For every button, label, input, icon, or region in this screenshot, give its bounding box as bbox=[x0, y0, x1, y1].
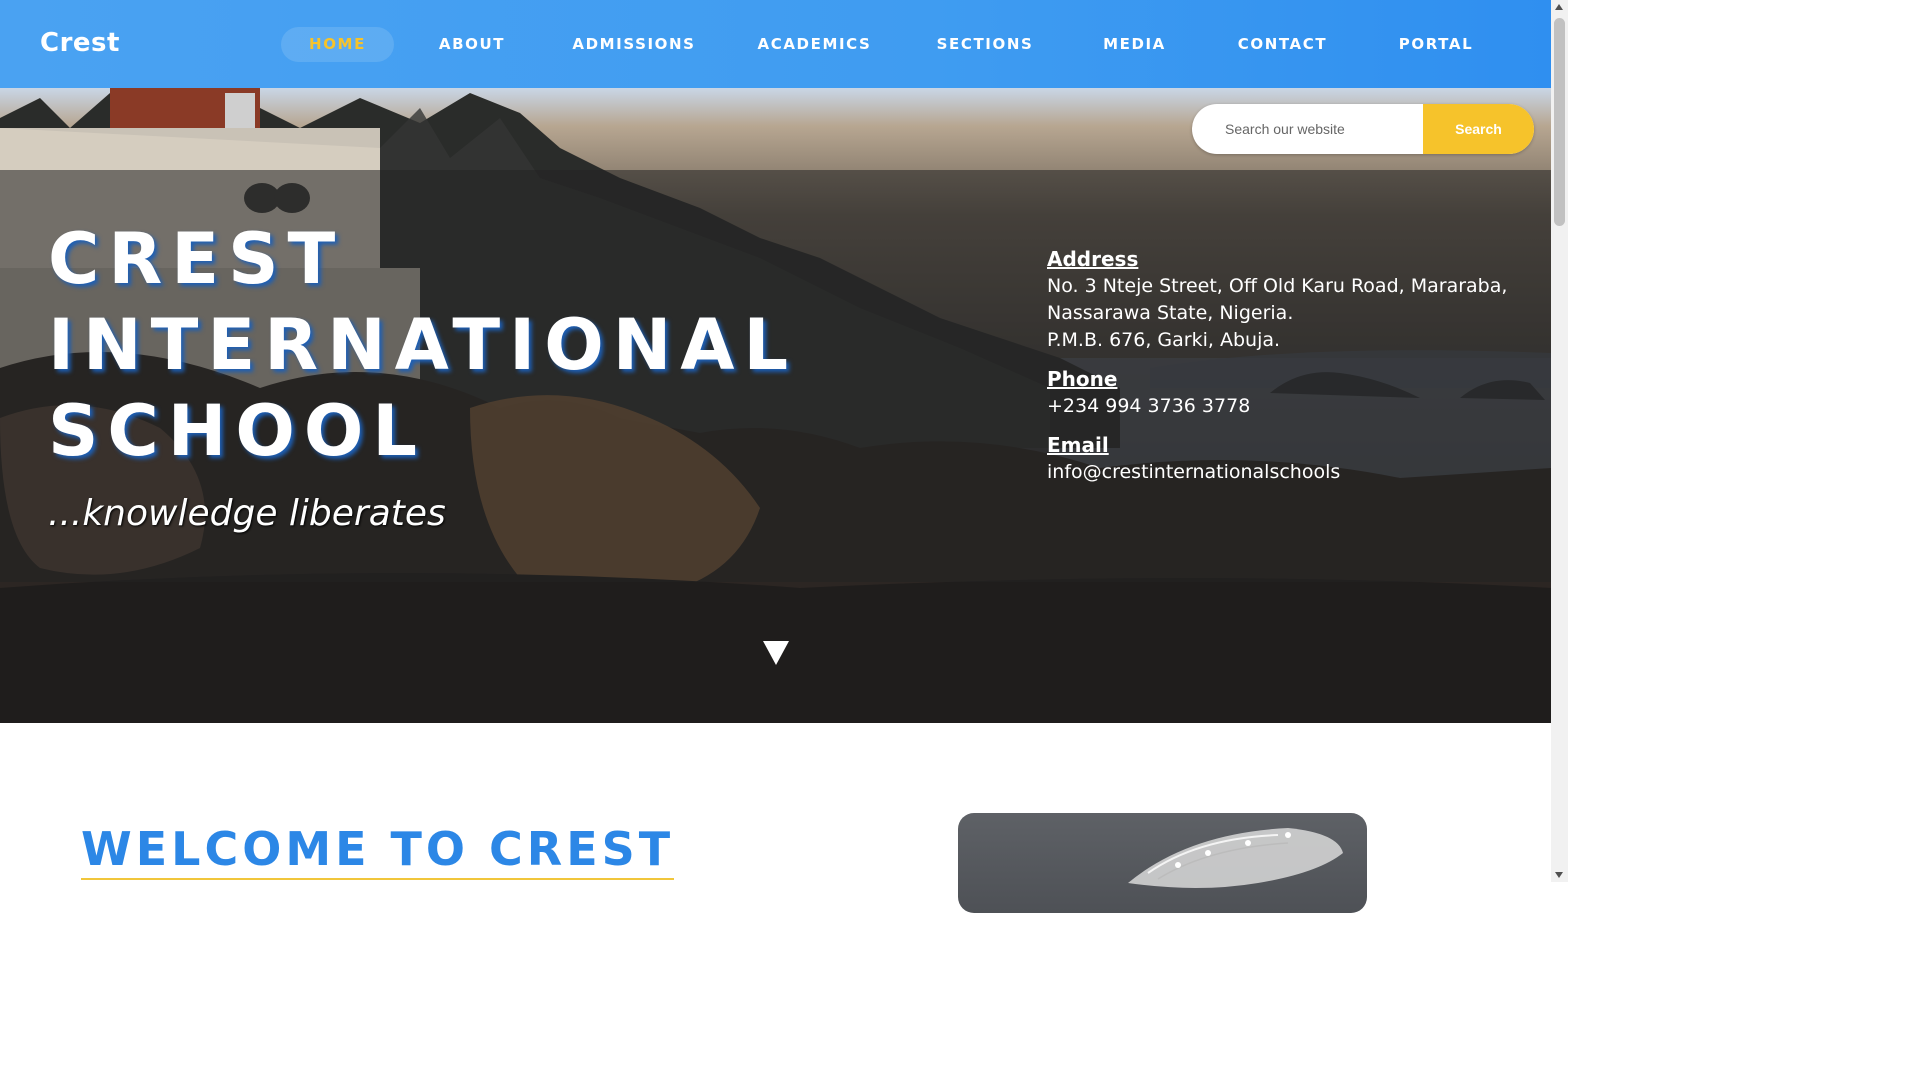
welcome-heading: WELCOME TO CREST bbox=[81, 822, 675, 880]
nav-item-admissions[interactable]: ADMISSIONS bbox=[565, 27, 703, 62]
email-label: Email bbox=[1047, 433, 1109, 457]
search-button[interactable]: Search bbox=[1423, 104, 1534, 154]
triangle-down-icon[interactable] bbox=[763, 641, 789, 665]
nav-item-sections[interactable]: SECTIONS bbox=[926, 27, 1044, 62]
top-navbar: Crest HOME ABOUT ADMISSIONS ACADEMICS SE… bbox=[0, 0, 1551, 88]
brand-logo[interactable]: Crest bbox=[40, 28, 120, 58]
scrollbar-thumb[interactable] bbox=[1554, 18, 1565, 226]
phone-number: +234 994 3736 3778 bbox=[1047, 395, 1251, 417]
address-line-3: P.M.B. 676, Garki, Abuja. bbox=[1047, 329, 1281, 351]
search-input[interactable] bbox=[1192, 104, 1424, 154]
contact-info: Address No. 3 Nteje Street, Off Old Karu… bbox=[1047, 246, 1507, 486]
welcome-image bbox=[958, 813, 1367, 913]
nav-item-contact[interactable]: CONTACT bbox=[1225, 27, 1340, 62]
nav-item-media[interactable]: MEDIA bbox=[1090, 27, 1179, 62]
hero-banner: Search CREST INTERNATIONAL SCHOOL ...kno… bbox=[0, 88, 1551, 723]
nav-item-academics[interactable]: ACADEMICS bbox=[749, 27, 880, 62]
phone-label: Phone bbox=[1047, 367, 1118, 391]
school-title-line-1: CREST bbox=[48, 218, 345, 300]
scroll-up-icon[interactable] bbox=[1555, 4, 1563, 10]
page-scrollbar[interactable] bbox=[1551, 0, 1568, 882]
school-title-line-3: SCHOOL bbox=[48, 390, 426, 472]
hat-image-graphic bbox=[1128, 828, 1343, 888]
search-box: Search bbox=[1192, 104, 1534, 154]
address-label: Address bbox=[1047, 247, 1139, 271]
address-line-1: No. 3 Nteje Street, Off Old Karu Road, M… bbox=[1047, 275, 1508, 297]
email-address: info@crestinternationalschools bbox=[1047, 461, 1341, 483]
nav-item-portal[interactable]: PORTAL bbox=[1386, 27, 1486, 62]
school-tagline: ...knowledge liberates bbox=[48, 493, 446, 534]
school-title: CREST INTERNATIONAL SCHOOL bbox=[48, 216, 797, 474]
scroll-down-icon[interactable] bbox=[1555, 872, 1563, 878]
nav-item-about[interactable]: ABOUT bbox=[417, 27, 527, 62]
nav-item-home[interactable]: HOME bbox=[281, 27, 394, 62]
address-line-2: Nassarawa State, Nigeria. bbox=[1047, 302, 1294, 324]
school-title-line-2: INTERNATIONAL bbox=[48, 304, 798, 386]
